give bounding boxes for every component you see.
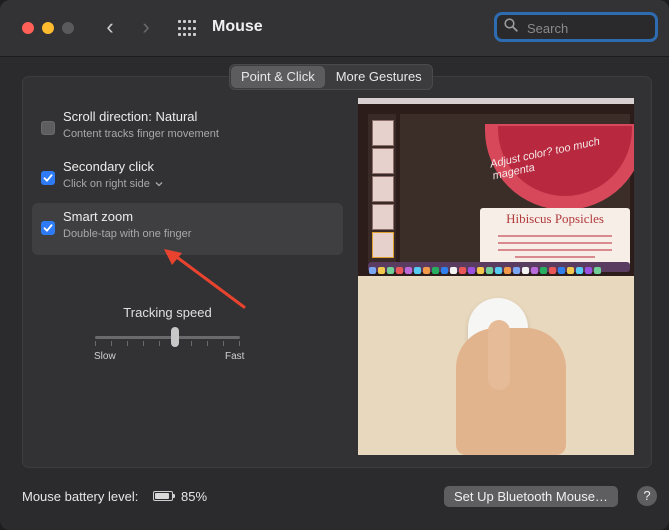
preferences-window: ‹ › Mouse Point & Click More Gestures Sc… (0, 0, 669, 530)
slider-tick (191, 341, 192, 346)
window-title: Mouse (212, 18, 263, 35)
slider-tick (223, 341, 224, 346)
checkmark-icon (43, 224, 53, 232)
slide-thumbnail (372, 148, 394, 174)
preview-text-line (498, 249, 612, 251)
battery-level-label: Mouse battery level: (22, 489, 139, 504)
show-all-grid-icon[interactable] (178, 20, 196, 38)
slide-thumbnail (372, 204, 394, 230)
smart-zoom-checkbox[interactable] (41, 221, 55, 235)
tab-point-and-click[interactable]: Point & Click (231, 66, 325, 88)
secondary-click-dropdown[interactable]: Click on right side (63, 178, 163, 190)
gesture-preview-video: Adjust color? too much magenta Hibiscus … (358, 98, 634, 455)
battery-percent: 85% (181, 489, 208, 504)
option-subtitle: Double-tap with one finger (63, 228, 192, 240)
title-bar: ‹ › Mouse (0, 0, 669, 57)
preview-title-card: Hibiscus Popsicles (480, 208, 630, 268)
option-title: Secondary click (63, 159, 155, 174)
tab-control: Point & Click More Gestures (229, 64, 433, 90)
chevron-down-icon (155, 182, 163, 187)
slide-thumbnail (372, 176, 394, 202)
slider-tick (127, 341, 128, 346)
search-input[interactable] (525, 18, 649, 38)
forward-arrow-icon[interactable]: › (135, 16, 157, 39)
slow-label: Slow (94, 351, 116, 362)
search-field[interactable] (494, 12, 658, 42)
tab-more-gestures[interactable]: More Gestures (326, 65, 432, 89)
slider-tick (95, 341, 96, 346)
option-scroll-direction[interactable]: Scroll direction: Natural Content tracks… (32, 103, 343, 155)
help-button[interactable]: ? (637, 486, 657, 506)
preview-desk-image (358, 278, 634, 455)
option-secondary-click[interactable]: Secondary click Click on right side (32, 153, 343, 205)
slider-track (95, 336, 240, 339)
search-icon (504, 18, 518, 32)
battery-fill (155, 493, 169, 499)
slide-thumbnail (372, 120, 394, 146)
slider-tick (207, 341, 208, 346)
battery-cap (173, 494, 175, 498)
preview-text-line (515, 256, 595, 258)
preview-text-line (498, 235, 612, 237)
zoom-window-button[interactable] (62, 22, 74, 34)
option-title: Smart zoom (63, 209, 134, 224)
slider-tick (239, 341, 240, 346)
slide-thumbnail (372, 232, 394, 258)
checkmark-icon (43, 174, 53, 182)
back-arrow-icon[interactable]: ‹ (99, 16, 121, 39)
slider-thumb[interactable] (170, 327, 179, 347)
slider-tick (143, 341, 144, 346)
preview-menubar (358, 98, 634, 104)
fast-label: Fast (225, 351, 245, 362)
hand-image (456, 328, 566, 455)
preview-dock (368, 262, 630, 274)
option-title: Scroll direction: Natural (63, 109, 198, 124)
minimize-window-button[interactable] (42, 22, 54, 34)
dropdown-value: Click on right side (63, 178, 150, 190)
secondary-click-checkbox[interactable] (41, 171, 55, 185)
slider-tick (111, 341, 112, 346)
preview-slide-canvas: Adjust color? too much magenta Hibiscus … (400, 114, 634, 268)
close-window-button[interactable] (22, 22, 34, 34)
battery-icon (153, 491, 175, 501)
scroll-direction-checkbox[interactable] (41, 121, 55, 135)
option-subtitle: Content tracks finger movement (63, 128, 219, 140)
preview-slide-title: Hibiscus Popsicles (506, 211, 604, 226)
preview-text-line (498, 242, 612, 244)
preview-slide-sidebar (368, 114, 396, 262)
finger-image (488, 320, 510, 390)
tracking-speed-label: Tracking speed (123, 305, 212, 320)
setup-bluetooth-mouse-button[interactable]: Set Up Bluetooth Mouse… (444, 486, 618, 507)
slider-tick (159, 341, 160, 346)
preview-screen-image: Adjust color? too much magenta Hibiscus … (358, 98, 634, 276)
tracking-speed-slider[interactable] (95, 327, 240, 347)
